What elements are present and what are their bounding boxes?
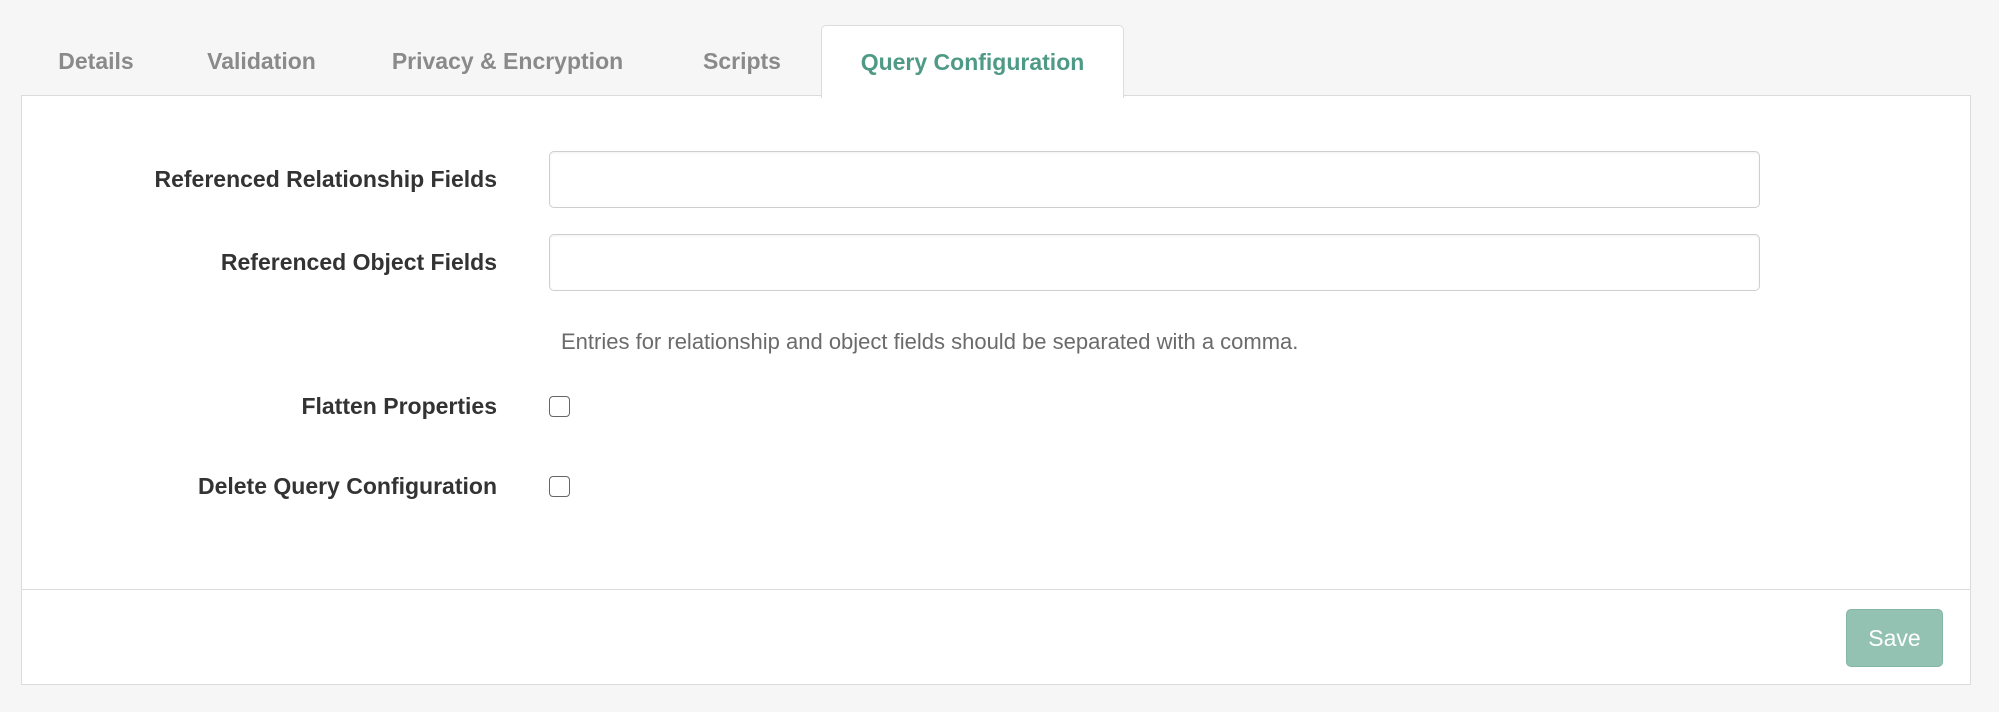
referenced-relationship-fields-row: Referenced Relationship Fields — [22, 151, 497, 208]
tab-scripts[interactable]: Scripts — [663, 25, 821, 97]
tab-bar: Details Validation Privacy & Encryption … — [21, 25, 1124, 98]
flatten-properties-checkbox[interactable] — [549, 396, 570, 417]
referenced-relationship-fields-label: Referenced Relationship Fields — [154, 166, 497, 192]
referenced-object-fields-input[interactable] — [549, 234, 1760, 291]
delete-query-configuration-checkbox[interactable] — [549, 476, 570, 497]
footer-divider — [22, 589, 1970, 590]
referenced-relationship-fields-input[interactable] — [549, 151, 1760, 208]
fields-help-text: Entries for relationship and object fiel… — [561, 329, 1299, 354]
flatten-properties-row: Flatten Properties — [22, 392, 497, 420]
delete-query-configuration-label: Delete Query Configuration — [197, 472, 497, 499]
save-button[interactable]: Save — [1846, 609, 1943, 667]
referenced-object-fields-label: Referenced Object Fields — [220, 249, 497, 275]
tab-validation[interactable]: Validation — [171, 25, 352, 97]
delete-query-configuration-row: Delete Query Configuration — [22, 472, 497, 500]
tab-query-configuration[interactable]: Query Configuration — [821, 25, 1124, 98]
flatten-properties-label: Flatten Properties — [301, 392, 497, 419]
referenced-object-fields-row: Referenced Object Fields — [22, 234, 497, 291]
tab-details[interactable]: Details — [21, 25, 171, 97]
query-configuration-panel: Referenced Relationship Fields Reference… — [21, 95, 1971, 685]
tab-privacy-encryption[interactable]: Privacy & Encryption — [352, 25, 663, 97]
